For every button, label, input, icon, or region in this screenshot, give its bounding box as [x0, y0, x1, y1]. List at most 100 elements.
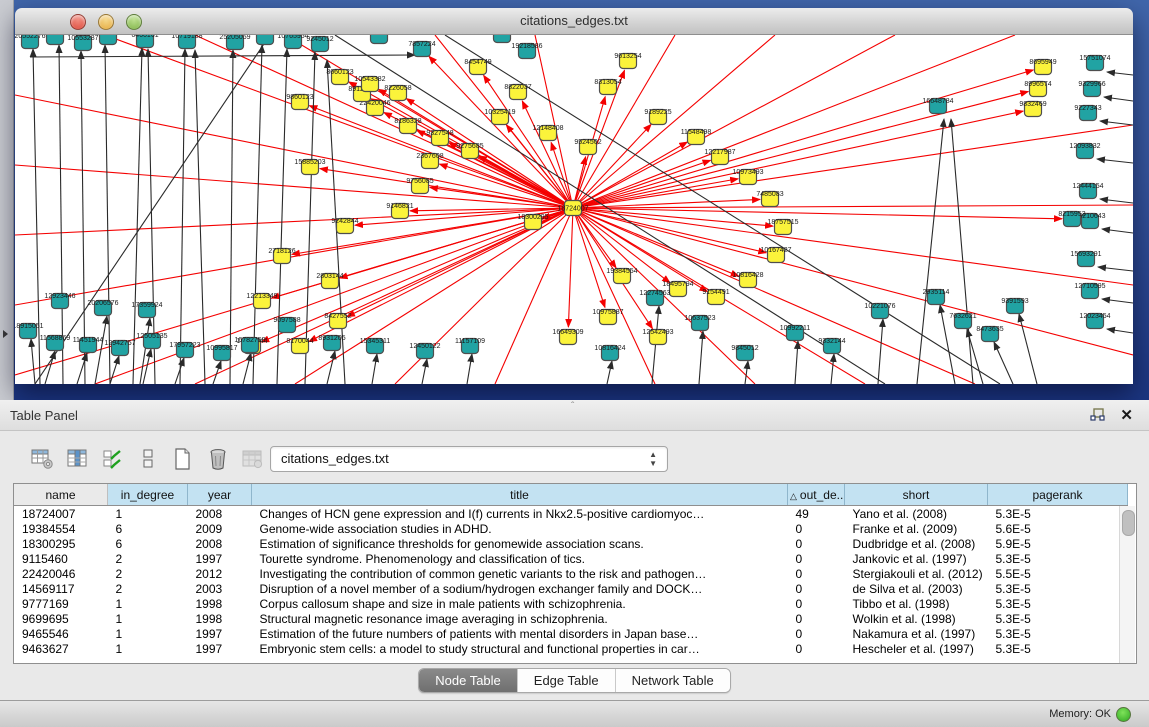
graph-node[interactable]: 11568869 — [40, 335, 71, 351]
graph-node[interactable]: 11157109 — [455, 338, 485, 354]
graph-node[interactable]: 8313054 — [594, 79, 621, 95]
graph-node[interactable]: 11548498 — [681, 129, 712, 145]
table-mode-icon[interactable] — [30, 446, 56, 472]
graph-node[interactable]: 6466161 — [131, 35, 158, 48]
graph-node[interactable]: 16649309 — [552, 329, 583, 345]
table-row[interactable]: 1872400712008Changes of HCN gene express… — [14, 506, 1128, 522]
table-row[interactable]: 969969511998Structural magnetic resonanc… — [14, 611, 1128, 626]
graph-node[interactable]: 2935114 — [923, 289, 950, 305]
graph-node[interactable]: 8931205 — [318, 335, 345, 351]
graph-node[interactable]: 18757515 — [767, 219, 798, 235]
table-row[interactable]: 1830029562008Estimation of significance … — [14, 536, 1128, 551]
graph-node[interactable]: 9227343 — [1074, 105, 1101, 121]
graph-node[interactable]: 12093832 — [1069, 143, 1100, 159]
graph-node[interactable]: 16648784 — [922, 98, 953, 114]
graph-node[interactable]: 12542493 — [642, 329, 673, 345]
graph-node[interactable]: 9845012 — [731, 345, 758, 361]
network-canvas[interactable]: 1872400718300295193845542242004682260588… — [15, 35, 1133, 384]
table-row[interactable]: 2242004622012Investigating the contribut… — [14, 566, 1128, 581]
graph-node[interactable]: 9332144 — [818, 338, 845, 354]
graph-node[interactable]: 7632621 — [949, 313, 976, 329]
graph-node[interactable]: 8454749 — [464, 59, 491, 75]
graph-node[interactable]: 19384554 — [606, 268, 637, 284]
left-panel-edge[interactable] — [0, 0, 14, 400]
column-header-title[interactable]: title — [252, 484, 788, 506]
graph-node[interactable]: 12444154 — [1072, 183, 1103, 199]
graph-node[interactable]: 25205059 — [219, 35, 250, 50]
graph-node[interactable]: 8695949 — [1029, 59, 1056, 75]
graph-node[interactable]: 8473635 — [976, 326, 1003, 342]
graph-node[interactable]: 9189225 — [644, 109, 671, 125]
show-columns-icon[interactable] — [65, 446, 91, 472]
scrollbar-thumb[interactable] — [1122, 510, 1135, 536]
graph-node[interactable]: 9242844 — [331, 218, 358, 234]
table-row[interactable]: 911546021997Tourette syndrome. Phenomeno… — [14, 551, 1128, 566]
column-header-short[interactable]: short — [845, 484, 988, 506]
graph-node[interactable]: 10719188 — [171, 35, 202, 49]
graph-node[interactable]: 9832469 — [1019, 101, 1046, 117]
graph-node[interactable]: 9097588 — [273, 317, 300, 333]
graph-node[interactable]: 10975887 — [592, 309, 623, 325]
graph-node[interactable]: 9329966 — [1078, 81, 1105, 97]
graph-node[interactable]: 9154491 — [702, 289, 729, 305]
graph-node[interactable]: 10167427 — [760, 247, 791, 263]
splitter-grip-icon[interactable]: ˆ — [571, 401, 574, 412]
graph-node[interactable]: 2367608 — [416, 153, 443, 169]
graph-node[interactable]: 17359924 — [131, 302, 162, 318]
graph-node[interactable]: 12450122 — [409, 343, 440, 359]
graph-node[interactable]: 12217987 — [704, 149, 735, 165]
close-panel-icon[interactable]: ✕ — [1120, 406, 1133, 424]
graph-node[interactable]: 10816424 — [594, 345, 625, 361]
graph-node[interactable]: 8813054 — [488, 35, 515, 43]
graph-node[interactable]: 12923446 — [44, 293, 75, 309]
graph-node[interactable]: 9245012 — [306, 36, 333, 52]
panel-collapse-arrow-icon[interactable] — [3, 330, 8, 338]
graph-node[interactable]: 12213349 — [246, 293, 277, 309]
graph-node[interactable]: 15693291 — [1070, 251, 1101, 267]
graph-node[interactable]: 15885203 — [294, 159, 325, 175]
graph-node[interactable]: 9860123 — [286, 94, 313, 110]
delete-table-icon[interactable] — [240, 446, 266, 472]
column-header-pagerank[interactable]: pagerank — [988, 484, 1128, 506]
column-header-year[interactable]: year — [188, 484, 252, 506]
graph-node[interactable]: 12023454 — [1079, 313, 1110, 329]
graph-node[interactable]: 8996574 — [1024, 81, 1051, 97]
graph-node[interactable]: 15345311 — [360, 338, 391, 354]
select-all-icon[interactable] — [100, 446, 126, 472]
graph-node[interactable]: 10995817 — [206, 345, 237, 361]
graph-node[interactable]: 10973493 — [732, 169, 763, 185]
column-header-in_degree[interactable]: in_degree — [108, 484, 188, 506]
graph-node[interactable]: 20206576 — [87, 300, 118, 316]
graph-node[interactable]: 16033809 — [363, 35, 394, 44]
graph-node[interactable]: 8226058 — [384, 85, 411, 101]
tab-network-table[interactable]: Network Table — [616, 669, 730, 692]
graph-node[interactable]: 7485083 — [756, 191, 783, 207]
graph-node[interactable]: 7857224 — [408, 41, 435, 57]
table-row[interactable]: 1456911722003Disruption of a novel membe… — [14, 581, 1128, 596]
graph-node[interactable]: 9613254 — [614, 53, 641, 69]
tab-edge-table[interactable]: Edge Table — [518, 669, 616, 692]
table-selector-combobox[interactable]: citations_edges.txt ▲▼ — [270, 446, 668, 472]
float-window-icon[interactable] — [1090, 408, 1105, 426]
graph-node[interactable]: 10992211 — [780, 325, 811, 341]
graph-node[interactable]: 2718126 — [268, 248, 295, 264]
table-row[interactable]: 977716911998Corpus callosum shape and si… — [14, 596, 1128, 611]
graph-node[interactable]: 9524502 — [574, 139, 601, 155]
graph-node[interactable]: 20552276 — [15, 35, 46, 49]
graph-node[interactable]: 8427552 — [324, 313, 351, 329]
table-scrollbar[interactable] — [1119, 506, 1135, 663]
graph-node[interactable]: 10637523 — [684, 315, 715, 331]
column-header-out_de[interactable]: △out_de... — [788, 484, 845, 506]
table-row[interactable]: 946554611997Estimation of the future num… — [14, 626, 1128, 641]
graph-node[interactable]: 9391593 — [1001, 298, 1028, 314]
graph-node[interactable]: 12505135 — [136, 333, 167, 349]
tab-node-table[interactable]: Node Table — [419, 669, 518, 692]
graph-node[interactable]: 19195130 — [249, 35, 280, 45]
graph-node[interactable]: 15751074 — [1079, 55, 1110, 71]
table-row[interactable]: 1938455462009Genome-wide association stu… — [14, 521, 1128, 536]
column-header-name[interactable]: name — [14, 484, 108, 506]
graph-node[interactable]: 12710595 — [1074, 283, 1105, 299]
clear-selection-icon[interactable] — [135, 446, 161, 472]
graph-node[interactable]: 10553287 — [67, 35, 98, 51]
graph-node[interactable]: 8170044 — [286, 338, 313, 354]
